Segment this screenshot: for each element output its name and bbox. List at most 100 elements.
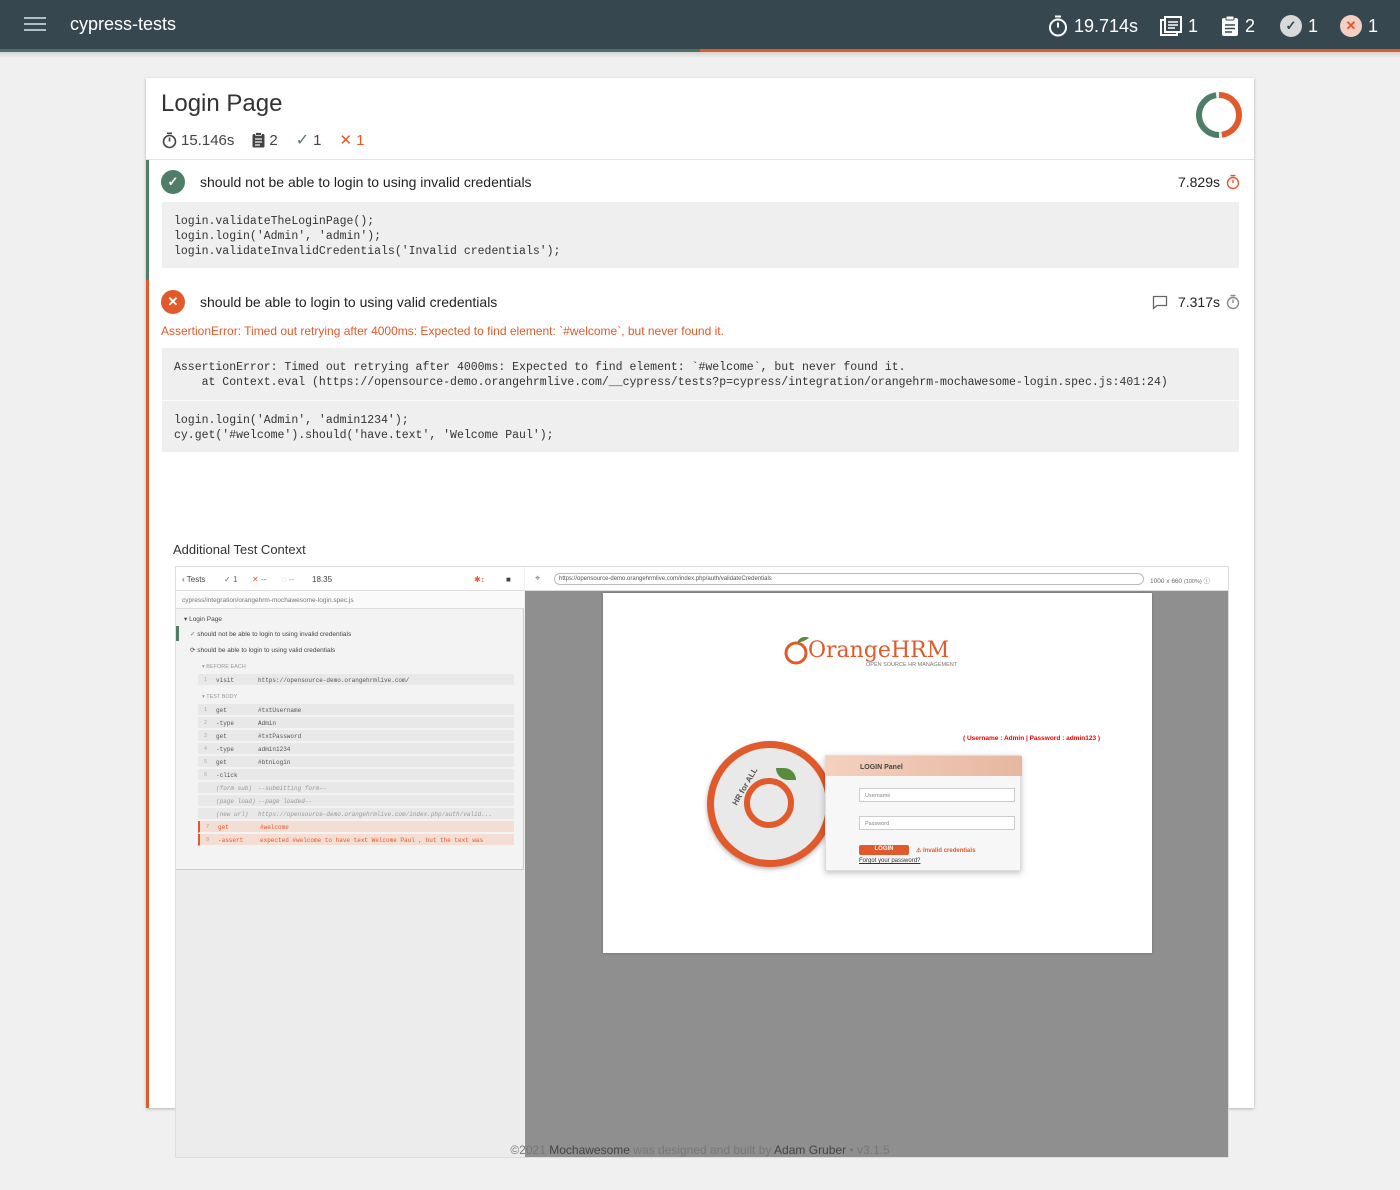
aut-url: https://opensource-demo.orangehrmlive.co… — [554, 573, 1144, 585]
cmd-name: get — [216, 707, 227, 714]
cmd-name: -assert — [218, 837, 244, 844]
cmd-arg: --page loaded-- — [258, 798, 313, 805]
login-panel: LOGIN Panel Username Password LOGIN ⚠ In… — [825, 755, 1022, 871]
invalid-credentials-text: Invalid credentials — [923, 848, 976, 854]
test-duration: 7.317s — [1152, 294, 1240, 310]
command-row: 8 -assert expected #welcome to have text W… — [198, 834, 514, 846]
check-circle-icon: ✓ — [1280, 15, 1302, 37]
comment-icon[interactable] — [1152, 295, 1168, 310]
aut-viewport: OrangeHRM OPEN SOURCE HR MANAGEMENT ( Us… — [525, 591, 1228, 1157]
command-row: (new url) https://opensource-demo.orangeh… — [198, 808, 514, 820]
cmd-name: visit — [216, 677, 235, 684]
run-time: 18.35 — [312, 575, 333, 584]
visit-command: 1 visit https://opensource-demo.orangehr… — [198, 674, 514, 686]
nav-suites[interactable]: 1 — [1160, 13, 1198, 39]
test-body-label: ▾ TEST BODY — [202, 694, 238, 700]
nav-failures[interactable]: ✕ 1 — [1340, 13, 1378, 39]
reporter-suite: ▾ Login Page — [184, 616, 222, 623]
orangehrm-logo-text: OrangeHRM — [808, 638, 950, 663]
aut-url-bar: ⌖ https://opensource-demo.orangehrmlive.… — [525, 567, 1228, 591]
stopwatch-icon — [162, 132, 177, 148]
cmd-name: -type — [216, 720, 235, 727]
nav-passes-count: 1 — [1308, 15, 1319, 36]
username-field[interactable]: Username — [859, 788, 1015, 802]
nav-passes[interactable]: ✓ 1 — [1280, 13, 1318, 39]
failed-count: ✕ -- — [252, 575, 267, 584]
nav-failures-count: 1 — [1368, 15, 1379, 36]
test-title: should not be able to login to using inv… — [200, 174, 532, 190]
seal-leaf-icon — [776, 768, 796, 780]
footer-product-link[interactable]: Mochawesome — [549, 1143, 630, 1157]
cmd-name: (new url) — [216, 811, 249, 818]
error-message: AssertionError: Timed out retrying after… — [161, 324, 724, 338]
cmd-name: get — [216, 759, 227, 766]
pass-fail-donut-chart — [1196, 92, 1242, 138]
command-row: 2 -type Admin — [198, 717, 514, 729]
test-item-failed: ✕ should be able to login to using valid… — [146, 280, 1254, 1158]
seal-orange-icon — [744, 778, 794, 828]
reporter-test-2-label: should be able to login to using valid c… — [197, 647, 336, 654]
context-screenshot[interactable]: ‹ Tests ✓ 1 ✕ -- ◌ -- 18.35 ✱↕ ■ cypress… — [175, 566, 1229, 1158]
nav-suites-count: 1 — [1188, 15, 1199, 36]
clipboard-icon — [252, 132, 265, 148]
test-header[interactable]: ✕ should be able to login to using valid… — [161, 282, 1240, 322]
footer-author-link[interactable]: Adam Gruber — [774, 1143, 846, 1157]
menu-icon[interactable] — [24, 17, 46, 35]
test-code: login.validateTheLoginPage(); login.logi… — [162, 202, 1239, 268]
test-duration-value: 7.317s — [1177, 294, 1220, 310]
test-duration: 7.829s — [1178, 174, 1240, 190]
credentials-hint: ( Username : Admin | Password : admin123… — [963, 735, 1101, 742]
cmd-arg: Admin — [258, 720, 277, 727]
command-row: 3 get #txtPassword — [198, 730, 514, 742]
test-code: login.login('Admin', 'admin1234'); cy.ge… — [162, 400, 1239, 452]
viewport-zoom: (100%) — [1183, 579, 1202, 585]
cmd-number: 6 — [204, 772, 208, 778]
cmd-arg: admin1234 — [258, 746, 291, 753]
footer-version: • v3.1.5 — [849, 1143, 890, 1157]
password-field[interactable]: Password — [859, 816, 1015, 830]
passed-count: ✓ 1 — [224, 575, 238, 584]
login-button[interactable]: LOGIN — [859, 845, 909, 855]
suite-duration: 15.146s — [162, 132, 234, 149]
suite-failures: ✕ 1 — [339, 131, 364, 150]
command-row: (form sub) --submitting form-- — [198, 782, 514, 794]
invalid-credentials-message: ⚠ Invalid credentials — [916, 848, 976, 854]
stopwatch-icon — [1226, 174, 1240, 190]
pass-marker — [176, 626, 179, 641]
stopwatch-icon — [1226, 294, 1240, 310]
viewport-size-value: 1000 x 660 — [1150, 578, 1183, 585]
suite-card: Login Page 15.146s 2 ✓ 1 ✕ 1 ✓ should no… — [146, 78, 1254, 1158]
tests-link-label: Tests — [186, 575, 206, 584]
suite-header: Login Page 15.146s 2 ✓ 1 ✕ 1 — [146, 78, 1254, 160]
cmd-arg: --submitting form-- — [258, 785, 327, 792]
test-header[interactable]: ✓ should not be able to login to using i… — [161, 162, 1240, 202]
cmd-number: 5 — [204, 759, 208, 765]
cmd-name: get — [218, 824, 229, 831]
cmd-number: 1 — [204, 707, 208, 713]
cmd-arg: #txtUsername — [258, 707, 302, 714]
test-item-passed: ✓ should not be able to login to using i… — [146, 160, 1254, 280]
cmd-name: (page load) — [216, 798, 256, 805]
reporter-empty-area — [176, 869, 524, 1157]
nav-duration-value: 19.714s — [1074, 15, 1139, 36]
crosshair-icon: ⌖ — [535, 573, 541, 583]
stop-icon: ■ — [506, 575, 511, 584]
cmd-arg: #btnLogin — [258, 759, 291, 766]
orangehrm-login-page: OrangeHRM OPEN SOURCE HR MANAGEMENT ( Us… — [603, 593, 1152, 953]
report-title: cypress-tests — [70, 14, 177, 34]
footer-copyright: ©2021 — [510, 1143, 546, 1157]
command-row: 5 get #btnLogin — [198, 756, 514, 768]
context-title: Additional Test Context — [173, 542, 306, 557]
suite-summary: 15.146s 2 ✓ 1 ✕ 1 — [162, 130, 364, 150]
cmd-name: get — [216, 733, 227, 740]
suite-passes-count: 1 — [313, 131, 322, 149]
command-row: 1 get #txtUsername — [198, 704, 514, 716]
hr-for-all-seal: HR for ALL — [707, 741, 833, 867]
cmd-name: -click — [216, 772, 238, 779]
nav-tests[interactable]: 2 — [1221, 13, 1255, 39]
reporter-suite-label: Login Page — [189, 616, 222, 623]
forgot-password-link[interactable]: Forgot your password? — [859, 858, 920, 864]
reporter-test-1-label: should not be able to login to using inv… — [197, 631, 352, 638]
passed-count-value: 1 — [232, 575, 238, 584]
cmd-number: 3 — [204, 733, 208, 739]
